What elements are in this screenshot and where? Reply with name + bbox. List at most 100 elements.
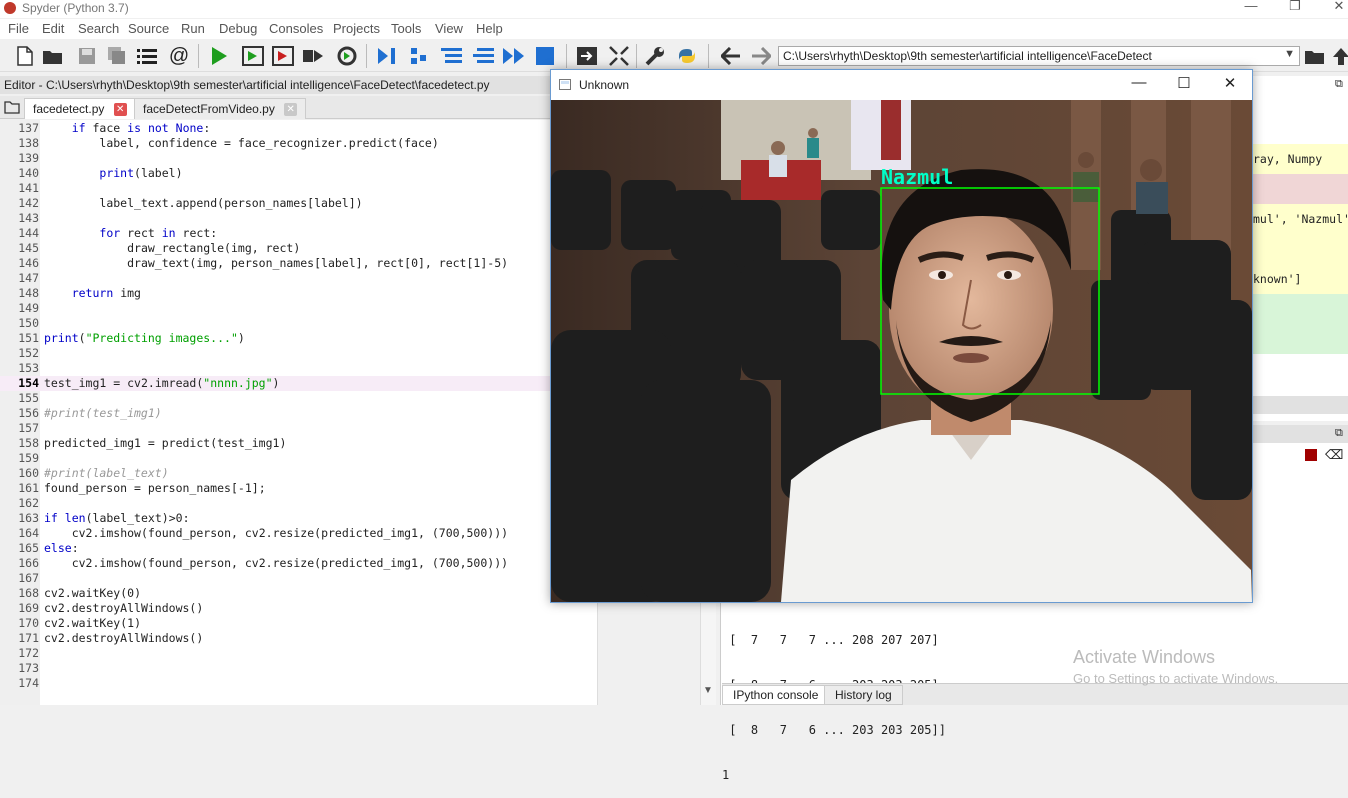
browse-tabs-folder-icon[interactable] xyxy=(4,100,20,117)
menu-debug[interactable]: Debug xyxy=(219,21,257,36)
code-line[interactable]: 144 for rect in rect: xyxy=(0,226,598,241)
code-line[interactable]: 165 else: xyxy=(0,541,598,556)
save-all-icon[interactable] xyxy=(106,45,128,67)
code-line[interactable]: 169 cv2.destroyAllWindows() xyxy=(0,601,598,616)
popup-minimize-button[interactable]: — xyxy=(1124,74,1154,94)
code-line[interactable]: 168 cv2.waitKey(0) xyxy=(0,586,598,601)
code-line[interactable]: 163 if len(label_text)>0: xyxy=(0,511,598,526)
email-at-icon[interactable]: @ xyxy=(168,45,190,67)
code-line[interactable]: 162 xyxy=(0,496,598,511)
code-line[interactable]: 161 found_person = person_names[-1]; xyxy=(0,481,598,496)
code-line[interactable]: 139 xyxy=(0,151,598,166)
rerun-icon[interactable] xyxy=(336,45,358,67)
eraser-icon[interactable]: ⌫ xyxy=(1325,447,1343,463)
code-line[interactable]: 156 #print(test_img1) xyxy=(0,406,598,421)
forward-arrow-icon[interactable] xyxy=(750,45,772,67)
fullscreen-icon[interactable] xyxy=(608,45,630,67)
code-line[interactable]: 171 cv2.destroyAllWindows() xyxy=(0,631,598,646)
code-line[interactable]: 174 xyxy=(0,676,598,691)
code-line[interactable]: 137 if face is not None: xyxy=(0,121,598,136)
back-arrow-icon[interactable] xyxy=(720,45,742,67)
step-icon[interactable] xyxy=(408,45,430,67)
code-line[interactable]: 138 label, confidence = face_recognizer.… xyxy=(0,136,598,151)
code-line[interactable]: 157 xyxy=(0,421,598,436)
code-line[interactable]: 141 xyxy=(0,181,598,196)
popup-maximize-button[interactable]: ☐ xyxy=(1169,74,1199,94)
code-line[interactable]: 151 print("Predicting images...") xyxy=(0,331,598,346)
code-line[interactable]: 158 predicted_img1 = predict(test_img1) xyxy=(0,436,598,451)
tab-facedetect[interactable]: facedetect.py ✕ xyxy=(24,98,136,119)
code-line[interactable]: 154 test_img1 = cv2.imread("nnnn.jpg") xyxy=(0,376,598,391)
tab-facedetectfromvideo[interactable]: faceDetectFromVideo.py ✕ xyxy=(134,98,307,119)
code-line[interactable]: 172 xyxy=(0,646,598,661)
save-icon[interactable] xyxy=(76,45,98,67)
code-line[interactable]: 149 xyxy=(0,301,598,316)
code-line[interactable]: 143 xyxy=(0,211,598,226)
continue-icon[interactable] xyxy=(502,45,524,67)
menu-source[interactable]: Source xyxy=(128,21,169,36)
close-tab-icon[interactable]: ✕ xyxy=(113,103,127,117)
step-into-icon[interactable] xyxy=(440,45,462,67)
menu-search[interactable]: Search xyxy=(78,21,119,36)
stop-debug-icon[interactable] xyxy=(534,45,556,67)
code-line[interactable]: 150 xyxy=(0,316,598,331)
menu-consoles[interactable]: Consoles xyxy=(269,21,323,36)
menu-file[interactable]: File xyxy=(8,21,29,36)
new-file-icon[interactable] xyxy=(14,45,36,67)
code-line[interactable]: 173 xyxy=(0,661,598,676)
run-selection-icon[interactable] xyxy=(302,45,324,67)
menu-run[interactable]: Run xyxy=(181,21,205,36)
code-line[interactable]: 153 xyxy=(0,361,598,376)
scroll-down-icon[interactable]: ▼ xyxy=(703,685,713,696)
popup-title-bar[interactable]: Unknown — ☐ ✕ xyxy=(551,70,1252,100)
close-tab-icon[interactable]: ✕ xyxy=(284,103,298,117)
code-text: #print(test_img1) xyxy=(44,406,162,420)
working-directory-input[interactable]: C:\Users\rhyth\Desktop\9th semester\arti… xyxy=(778,46,1300,66)
debug-icon[interactable] xyxy=(376,45,398,67)
maximize-button[interactable]: ❐ xyxy=(1272,0,1318,18)
code-line[interactable]: 152 xyxy=(0,346,598,361)
close-button[interactable]: ✕ xyxy=(1316,0,1348,18)
popup-close-button[interactable]: ✕ xyxy=(1215,74,1245,94)
code-line[interactable]: 167 xyxy=(0,571,598,586)
opencv-image-window[interactable]: Unknown — ☐ ✕ Nazmul xyxy=(550,69,1253,603)
preferences-wrench-icon[interactable] xyxy=(644,45,666,67)
menu-help[interactable]: Help xyxy=(476,21,503,36)
menu-view[interactable]: View xyxy=(435,21,463,36)
toolbar-separator xyxy=(636,44,637,68)
code-line[interactable]: 159 xyxy=(0,451,598,466)
run-cell-icon[interactable] xyxy=(242,45,264,67)
code-line[interactable]: 164 cv2.imshow(found_person, cv2.resize(… xyxy=(0,526,598,541)
step-return-icon[interactable] xyxy=(472,45,494,67)
tab-ipython-console[interactable]: IPython console xyxy=(722,685,830,705)
browse-folder-icon[interactable] xyxy=(1304,45,1326,67)
undock-icon[interactable]: ⧉ xyxy=(1335,427,1343,440)
run-cell-advance-icon[interactable] xyxy=(272,45,294,67)
parent-directory-icon[interactable] xyxy=(1330,45,1348,67)
code-line[interactable]: 155 xyxy=(0,391,598,406)
python-path-icon[interactable] xyxy=(676,45,698,67)
code-line[interactable]: 142 label_text.append(person_names[label… xyxy=(0,196,598,211)
line-number: 139 xyxy=(18,151,39,165)
code-line[interactable]: 160 #print(label_text) xyxy=(0,466,598,481)
code-line[interactable]: 146 draw_text(img, person_names[label], … xyxy=(0,256,598,271)
open-file-icon[interactable] xyxy=(42,45,64,67)
code-line[interactable]: 166 cv2.imshow(found_person, cv2.resize(… xyxy=(0,556,598,571)
code-line[interactable]: 145 draw_rectangle(img, rect) xyxy=(0,241,598,256)
minimize-button[interactable]: — xyxy=(1228,0,1274,18)
menu-tools[interactable]: Tools xyxy=(391,21,421,36)
list-icon[interactable] xyxy=(136,45,158,67)
code-line[interactable]: 140 print(label) xyxy=(0,166,598,181)
undock-icon[interactable]: ⧉ xyxy=(1335,78,1343,91)
stop-kernel-icon[interactable] xyxy=(1305,449,1317,461)
menu-edit[interactable]: Edit xyxy=(42,21,64,36)
maximize-pane-icon[interactable] xyxy=(576,45,598,67)
chevron-down-icon[interactable]: ▼ xyxy=(1284,48,1295,60)
code-line[interactable]: 170 cv2.waitKey(1) xyxy=(0,616,598,631)
code-editor[interactable]: 137 if face is not None: 138 label, confi… xyxy=(0,120,598,705)
run-icon[interactable] xyxy=(208,45,230,67)
code-line[interactable]: 147 xyxy=(0,271,598,286)
menu-projects[interactable]: Projects xyxy=(333,21,380,36)
code-line[interactable]: 148 return img xyxy=(0,286,598,301)
tab-history-log[interactable]: History log xyxy=(824,685,903,705)
